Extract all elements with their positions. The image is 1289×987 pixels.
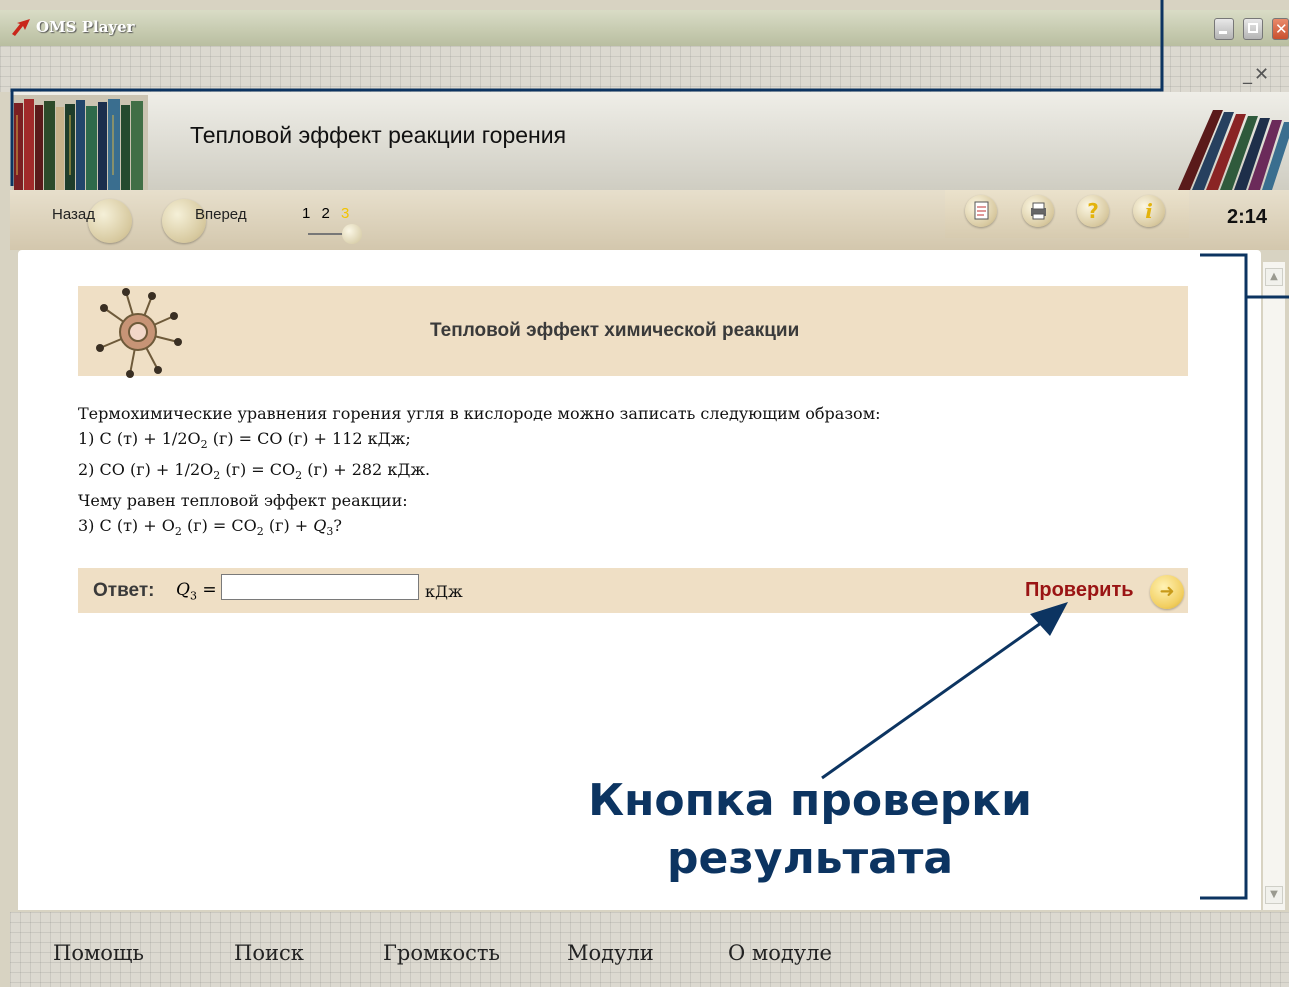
- equation-1: 1) C (т) + 1/2O2 (г) = CO (г) + 112 кДж;: [78, 429, 411, 452]
- app-logo-icon: [12, 19, 30, 36]
- notebook-icon[interactable]: [965, 195, 997, 227]
- forward-button[interactable]: Вперед: [160, 195, 270, 243]
- scroll-down-icon[interactable]: ▼: [1265, 886, 1283, 904]
- menu-modules[interactable]: Модули: [567, 941, 654, 965]
- check-button-label[interactable]: Проверить: [1025, 579, 1134, 602]
- page-number-1[interactable]: 1: [302, 205, 310, 222]
- page-number-2[interactable]: 2: [322, 205, 330, 222]
- task-title: Тепловой эффект химической реакции: [430, 320, 800, 341]
- callout-line-2: результата: [666, 833, 954, 884]
- books-left-image: [12, 95, 148, 190]
- equation-3: 3) C (т) + O2 (г) = CO2 (г) + Q3?: [78, 516, 342, 539]
- answer-input[interactable]: [221, 574, 419, 600]
- task-intro: Термохимические уравнения горения угля в…: [78, 404, 881, 423]
- back-label: Назад: [52, 206, 95, 223]
- scroll-up-icon[interactable]: ▲: [1265, 268, 1283, 286]
- minimize-icon: [1219, 31, 1227, 34]
- books-right-image: [1178, 110, 1289, 190]
- menu-volume[interactable]: Громкость: [383, 941, 500, 965]
- task-question: Чему равен тепловой эффект реакции:: [78, 491, 408, 510]
- callout-line-1: Кнопка проверки: [588, 775, 1032, 826]
- answer-label: Ответ:: [93, 580, 155, 601]
- oms-player-window: OMS Player ✕ _✕ Тепловой эффект реакции …: [0, 0, 1289, 987]
- print-icon[interactable]: [1022, 195, 1054, 227]
- upper-grid-area: [0, 46, 1289, 92]
- callout-text: Кнопка проверки результата: [560, 772, 1060, 888]
- page-slider-knob[interactable]: [342, 224, 362, 244]
- close-button[interactable]: ✕: [1272, 18, 1289, 40]
- menu-about[interactable]: О модуле: [728, 941, 832, 965]
- menu-help[interactable]: Помощь: [53, 941, 144, 965]
- menu-search[interactable]: Поиск: [234, 941, 304, 965]
- timer: 2:14: [1227, 206, 1268, 228]
- back-button[interactable]: Назад: [20, 195, 140, 243]
- molecule-icon: [96, 288, 182, 378]
- page-number-3[interactable]: 3: [341, 205, 349, 222]
- inner-window-controls[interactable]: _✕: [1243, 64, 1271, 85]
- answer-unit: кДж: [425, 582, 463, 601]
- page-indicator: 1 2 3: [302, 205, 356, 222]
- minimize-button[interactable]: [1214, 18, 1234, 40]
- equation-2: 2) CO (г) + 1/2O2 (г) = CO2 (г) + 282 кД…: [78, 460, 431, 483]
- window-title: OMS Player: [36, 18, 135, 36]
- help-icon[interactable]: ?: [1077, 195, 1109, 227]
- forward-label: Вперед: [195, 206, 247, 223]
- check-arrow-icon[interactable]: ➜: [1150, 575, 1184, 609]
- answer-variable: Q3 =: [176, 580, 217, 603]
- page-slider-track: [308, 233, 344, 235]
- maximize-icon: [1248, 23, 1258, 33]
- module-title: Тепловой эффект реакции горения: [190, 122, 567, 148]
- close-icon: ✕: [1275, 20, 1288, 38]
- title-bar: OMS Player: [0, 10, 1289, 47]
- info-icon[interactable]: i: [1133, 195, 1165, 227]
- maximize-button[interactable]: [1243, 18, 1263, 40]
- vertical-scrollbar[interactable]: [1263, 262, 1285, 910]
